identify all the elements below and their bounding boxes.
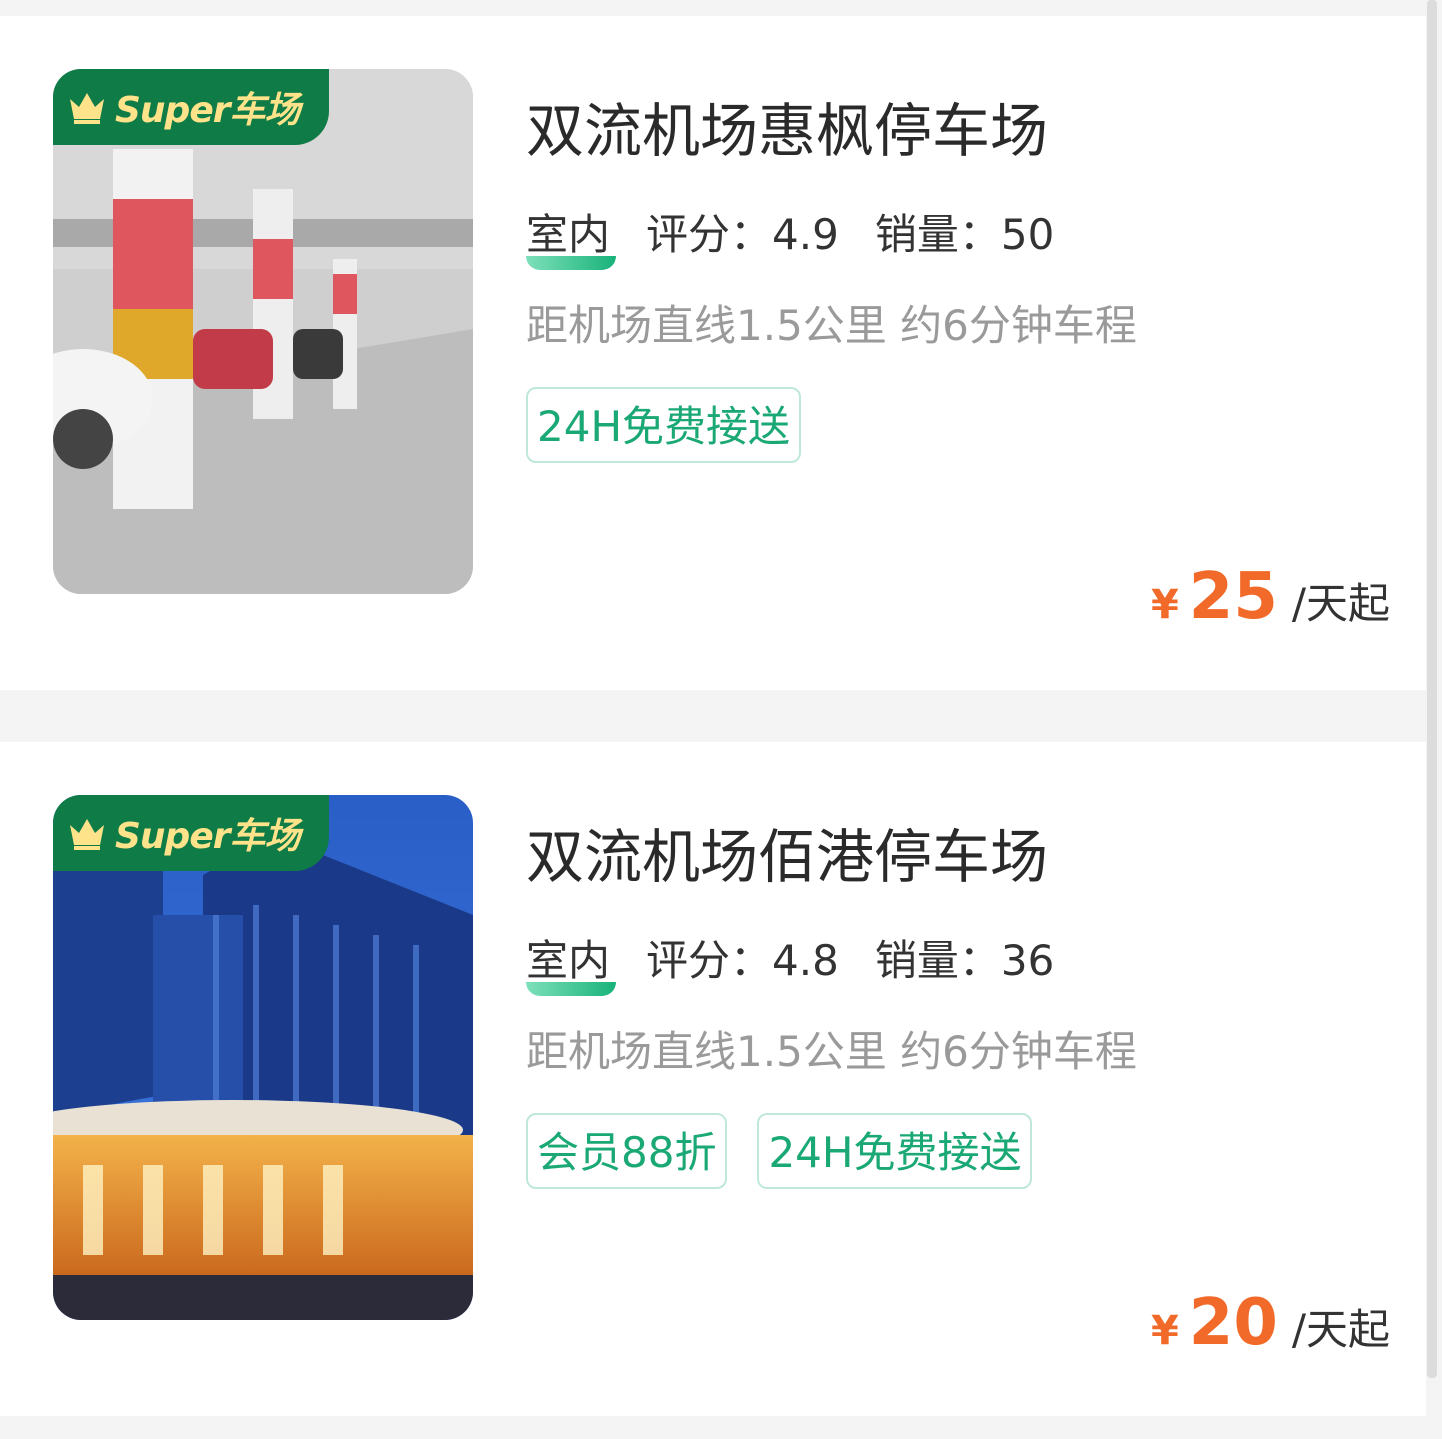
tag-list: 24H免费接送: [526, 387, 802, 463]
type-label: 室内: [526, 935, 611, 985]
crown-icon: [70, 819, 104, 850]
currency-symbol: ¥: [1150, 1308, 1179, 1354]
sales-value: 50: [1000, 209, 1055, 259]
service-tag: 24H免费接送: [757, 1113, 1033, 1189]
parking-lot-photo: Super车场: [53, 795, 473, 1320]
crown-icon: [70, 93, 104, 124]
member-discount-tag: 会员88折: [526, 1113, 728, 1189]
rating-value: 4.8: [772, 935, 839, 985]
service-tag: 24H免费接送: [526, 387, 802, 463]
sales: 销量：36: [875, 927, 1054, 988]
parking-title[interactable]: 双流机场惠枫停车场: [526, 84, 1048, 168]
parking-meta: 室内 评分：4.9 销量：50: [526, 206, 1054, 270]
sales-label: 销量：: [874, 935, 1001, 985]
price-unit: /天起: [1291, 579, 1390, 628]
price: ¥ 25 /天起: [1151, 560, 1390, 634]
super-badge: Super车场: [53, 795, 329, 871]
super-badge-label: Super车场: [115, 90, 300, 131]
type-label: 室内: [526, 209, 611, 259]
price-amount: 20: [1188, 1286, 1278, 1360]
type-badge: 室内: [526, 927, 616, 996]
rating-value: 4.9: [772, 209, 839, 259]
parking-card[interactable]: Super车场 双流机场惠枫停车场 室内 评分：4.9 销量：50 距机场直线1…: [0, 16, 1426, 690]
rating: 评分：4.8: [646, 927, 839, 988]
rating-label: 评分：: [646, 935, 773, 985]
sales-value: 36: [1000, 935, 1055, 985]
price-unit: /天起: [1291, 1305, 1390, 1354]
parking-meta: 室内 评分：4.8 销量：36: [526, 932, 1054, 996]
price: ¥ 20 /天起: [1151, 1286, 1390, 1360]
parking-title[interactable]: 双流机场佰港停车场: [526, 810, 1048, 894]
parking-card[interactable]: Super车场 双流机场佰港停车场 室内 评分：4.8 销量：36 距机场直线1…: [0, 742, 1426, 1416]
tag-list: 会员88折 24H免费接送: [526, 1113, 1033, 1189]
super-badge-label: Super车场: [115, 816, 300, 857]
distance-info: 距机场直线1.5公里 约6分钟车程: [526, 1027, 1137, 1076]
parking-lot-photo: Super车场: [53, 69, 473, 594]
super-badge: Super车场: [53, 69, 329, 145]
rating: 评分：4.9: [646, 201, 839, 262]
currency-symbol: ¥: [1150, 582, 1179, 628]
scrollbar[interactable]: [1427, 0, 1437, 1378]
type-badge: 室内: [526, 201, 616, 270]
rating-label: 评分：: [646, 209, 773, 259]
sales-label: 销量：: [874, 209, 1001, 259]
distance-info: 距机场直线1.5公里 约6分钟车程: [526, 301, 1137, 350]
sales: 销量：50: [875, 201, 1054, 262]
price-amount: 25: [1188, 560, 1278, 634]
